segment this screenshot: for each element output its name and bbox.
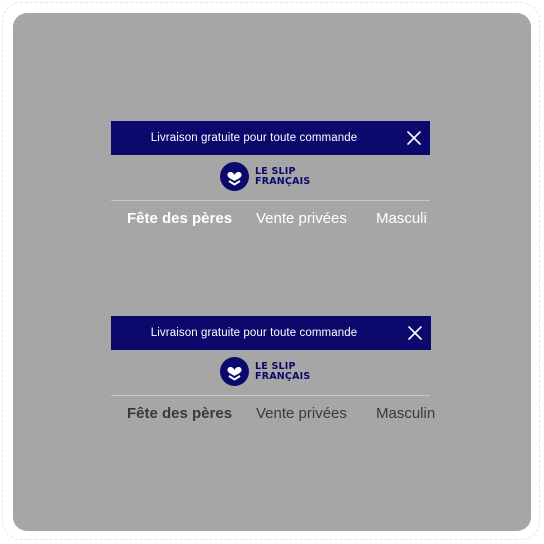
promo-banner-text: Livraison gratuite pour toute commande [150, 327, 358, 339]
header-variant-2: Livraison gratuite pour toute commande L… [111, 316, 445, 432]
main-nav: Fête des pères Vente privées Masculi [111, 201, 430, 237]
brand-line-2: FRANÇAIS [255, 176, 311, 187]
logo-row: LE SLIP FRANÇAIS [111, 350, 430, 396]
nav-item-vente-privees[interactable]: Vente privées [256, 210, 347, 227]
nav-item-masculin[interactable]: Masculi [376, 210, 427, 227]
brand-wordmark: LE SLIP FRANÇAIS [255, 167, 310, 187]
logo-row: LE SLIP FRANÇAIS [111, 155, 430, 201]
brand-wordmark: LE SLIP FRANÇAIS [255, 362, 310, 382]
preview-canvas: Livraison gratuite pour toute commande L… [13, 13, 531, 531]
close-icon [408, 326, 422, 340]
brand-line-2: FRANÇAIS [255, 371, 311, 382]
heart-shield-icon [220, 357, 249, 386]
nav-item-fete-des-peres[interactable]: Fête des pères [127, 210, 232, 227]
promo-banner: Livraison gratuite pour toute commande [111, 121, 430, 155]
nav-item-masculin[interactable]: Masculin [376, 405, 435, 422]
promo-banner-text: Livraison gratuite pour toute commande [150, 132, 358, 144]
close-icon [407, 131, 421, 145]
nav-item-fete-des-peres[interactable]: Fête des pères [127, 405, 232, 422]
heart-shield-icon [220, 162, 249, 191]
promo-banner: Livraison gratuite pour toute commande [111, 316, 431, 350]
main-nav: Fête des pères Vente privées Masculin [111, 396, 445, 432]
close-banner-button[interactable] [406, 130, 422, 146]
close-banner-button[interactable] [407, 325, 423, 341]
brand-logo[interactable]: LE SLIP FRANÇAIS [220, 162, 330, 192]
nav-item-vente-privees[interactable]: Vente privées [256, 405, 347, 422]
header-variant-1: Livraison gratuite pour toute commande L… [111, 121, 445, 237]
brand-logo[interactable]: LE SLIP FRANÇAIS [220, 357, 330, 387]
